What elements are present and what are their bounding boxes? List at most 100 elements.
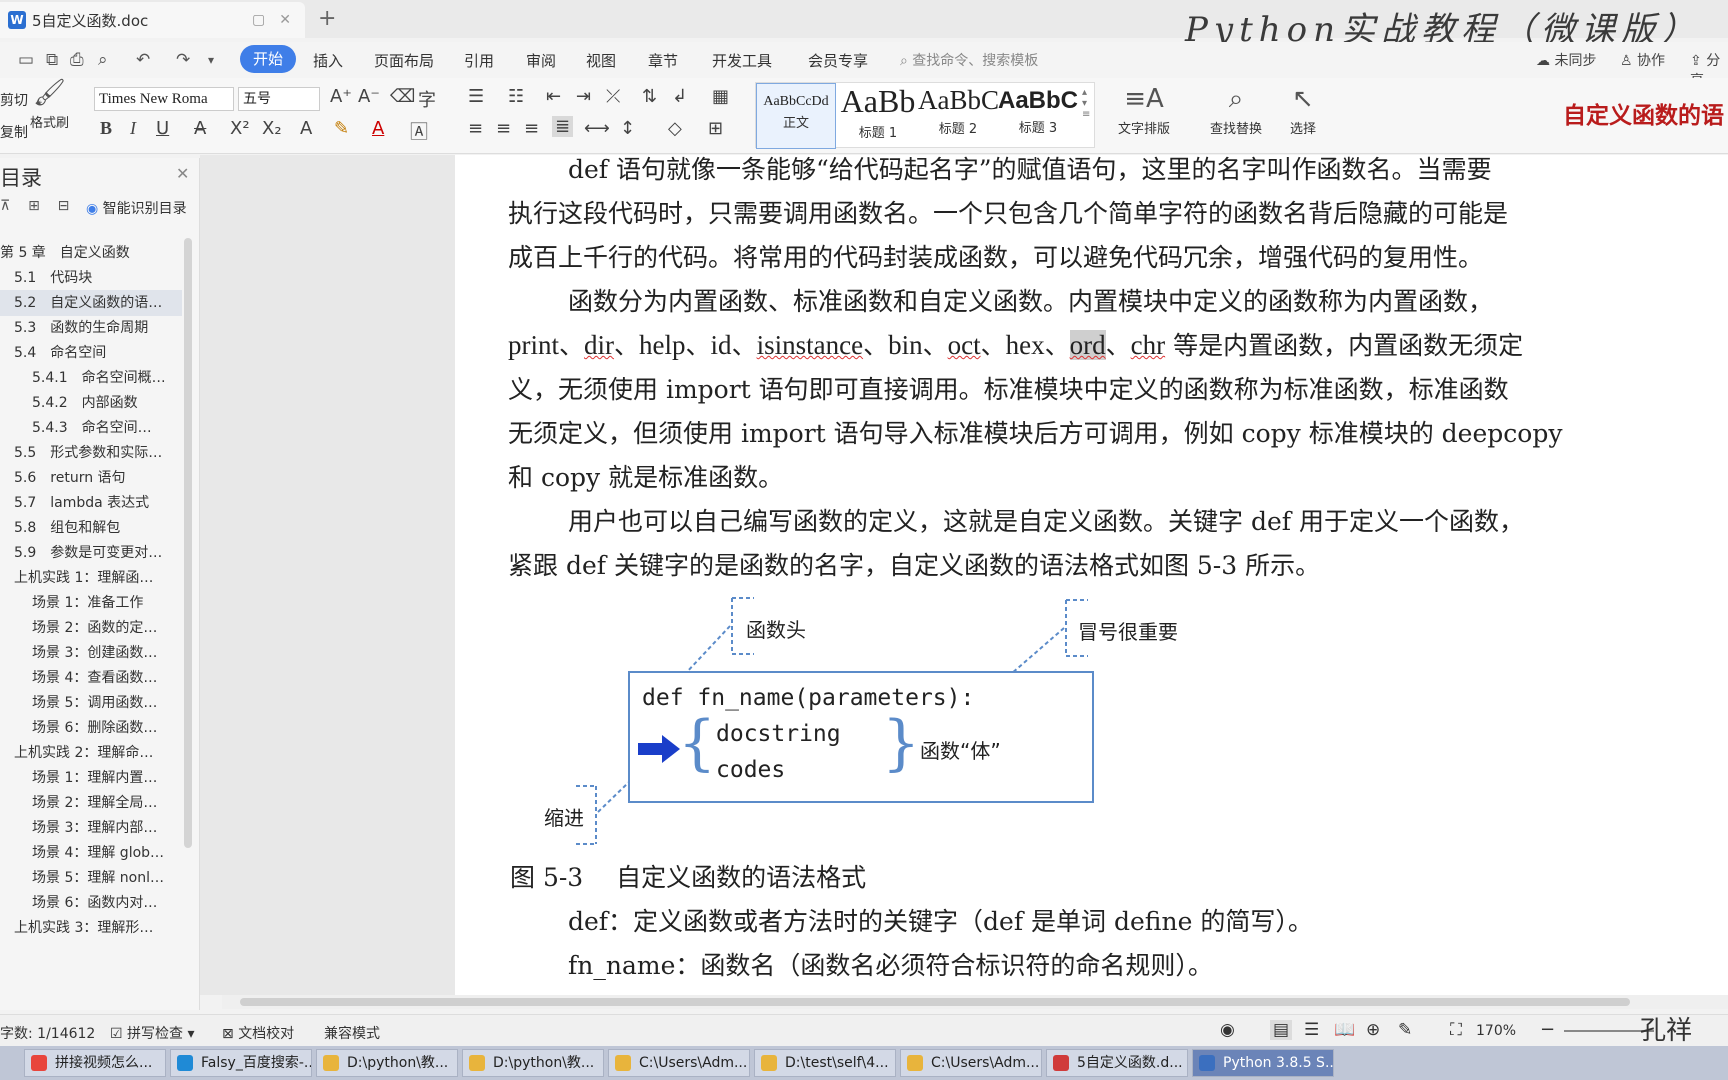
numbering-icon[interactable]: ☷	[508, 86, 524, 107]
format-painter-button[interactable]: 🖌 格式刷	[30, 78, 69, 131]
taskbar-button[interactable]: 拼接视频怎么...	[24, 1049, 166, 1077]
print-preview-icon[interactable]: ⌕	[98, 50, 108, 70]
reading-view-icon[interactable]: 📖	[1334, 1020, 1355, 1040]
menu-section[interactable]: 章节	[648, 50, 678, 71]
proofread-button[interactable]: ⊠ 文档校对	[222, 1023, 294, 1043]
toc-item[interactable]: 场景 5：理解 nonl…	[0, 865, 182, 891]
horizontal-scrollbar[interactable]	[222, 995, 1728, 1009]
align-left-icon[interactable]: ≡	[468, 118, 483, 139]
font-color-icon[interactable]: A	[372, 118, 384, 139]
redo-icon[interactable]: ↷	[176, 50, 190, 70]
distribute-icon[interactable]: ⟷	[584, 118, 610, 139]
toc-item[interactable]: 5.4.3 命名空间…	[0, 415, 182, 441]
toc-item[interactable]: 5.8 组包和解包	[0, 515, 182, 541]
spell-check-button[interactable]: ☑ 拼写检查 ▾	[110, 1023, 195, 1043]
font-name-select[interactable]: Times New Roma	[94, 87, 234, 111]
toc-item[interactable]: 场景 1：准备工作	[0, 590, 182, 616]
style-heading-1[interactable]: AaBb 标题 1	[838, 83, 918, 149]
toc-item[interactable]: 上机实践 1：理解函…	[0, 565, 182, 591]
taskbar-button[interactable]: Python 3.8.5 S...	[1192, 1049, 1334, 1077]
menu-page-layout[interactable]: 页面布局	[374, 50, 434, 71]
command-search[interactable]: ⌕ 查找命令、搜索模板	[900, 50, 1038, 70]
toc-item[interactable]: 场景 3：创建函数…	[0, 640, 182, 666]
italic-icon[interactable]: I	[130, 118, 136, 139]
bullets-icon[interactable]: ☰	[468, 86, 484, 107]
char-border-icon[interactable]: 🄰	[410, 118, 428, 144]
zoom-level[interactable]: 170%	[1476, 1023, 1516, 1039]
toc-item[interactable]: 5.4 命名空间	[0, 340, 182, 366]
justify-icon[interactable]: ≣	[552, 116, 574, 137]
copy-button[interactable]: 复制	[0, 122, 28, 142]
select-button[interactable]: ↖ 选择	[1290, 84, 1316, 137]
superscript-icon[interactable]: X²	[230, 118, 250, 139]
web-view-icon[interactable]: ⊕	[1366, 1020, 1380, 1040]
strikethrough-icon[interactable]: A	[194, 118, 206, 139]
styles-scroll-icon[interactable]: ▴ ▾ ≡	[1082, 87, 1090, 120]
shading-icon[interactable]: ◇	[668, 118, 682, 139]
new-tab-button[interactable]: +	[318, 6, 336, 31]
page-view-icon[interactable]: ▤	[1270, 1020, 1293, 1040]
toc-item[interactable]: 5.9 参数是可变更对…	[0, 540, 182, 566]
toc-item[interactable]: 5.2 自定义函数的语…	[0, 290, 182, 316]
document-tab[interactable]: W 5自定义函数.doc ▢ ✕	[0, 2, 305, 38]
toc-item[interactable]: 场景 6：函数内对…	[0, 890, 182, 916]
save-icon[interactable]: ▭	[18, 50, 34, 70]
expand-all-icon[interactable]: ⊞	[28, 198, 40, 214]
find-replace-button[interactable]: ⌕ 查找替换	[1210, 84, 1262, 137]
text-effect-icon[interactable]: A	[300, 118, 312, 139]
borders-icon[interactable]: ⊞	[708, 118, 723, 139]
undo-icon[interactable]: ↶	[136, 50, 150, 70]
taskbar-button[interactable]: D:\test\self\4...	[754, 1049, 896, 1077]
text-layout-button[interactable]: ≡A 文字排版	[1118, 84, 1170, 137]
chinese-layout-icon[interactable]: ⤫	[606, 86, 620, 107]
menu-developer[interactable]: 开发工具	[712, 50, 772, 71]
toc-item[interactable]: 上机实践 3：理解形…	[0, 915, 182, 941]
close-tab-icon[interactable]: ✕	[279, 12, 291, 28]
toc-item[interactable]: 5.4.2 内部函数	[0, 390, 182, 416]
toc-item[interactable]: 第 5 章 自定义函数	[0, 240, 182, 266]
grow-font-icon[interactable]: A⁺	[330, 86, 352, 107]
decrease-indent-icon[interactable]: ⇤	[546, 86, 561, 107]
toc-item[interactable]: 场景 1：理解内置…	[0, 765, 182, 791]
toc-item[interactable]: 场景 6：删除函数…	[0, 715, 182, 741]
toc-item[interactable]: 场景 2：函数的定…	[0, 615, 182, 641]
clear-format-icon[interactable]: ⌫	[390, 86, 415, 107]
word-count[interactable]: 字数: 1/14612	[0, 1023, 95, 1043]
style-heading-2[interactable]: AaBbC 标题 2	[918, 83, 998, 149]
toc-scrollbar[interactable]	[184, 238, 192, 848]
zoom-out-icon[interactable]: −	[1540, 1019, 1555, 1040]
toc-item[interactable]: 场景 3：理解内部…	[0, 815, 182, 841]
export-icon[interactable]: ⧉	[46, 50, 58, 70]
style-heading-3[interactable]: AaBbC 标题 3	[998, 83, 1078, 149]
toc-item[interactable]: 场景 4：查看函数…	[0, 665, 182, 691]
menu-view[interactable]: 视图	[586, 50, 616, 71]
smart-toc-button[interactable]: ◉ 智能识别目录	[86, 198, 187, 218]
toc-item[interactable]: 5.6 return 语句	[0, 465, 182, 491]
toc-item[interactable]: 场景 4：理解 glob…	[0, 840, 182, 866]
scroll-thumb[interactable]	[240, 998, 1630, 1006]
line-spacing-icon[interactable]: ↕	[620, 118, 635, 139]
fit-page-icon[interactable]: ⛶	[1450, 1020, 1462, 1040]
toc-item[interactable]: 上机实践 2：理解命…	[0, 740, 182, 766]
write-mode-icon[interactable]: ✎	[1398, 1020, 1412, 1040]
underline-icon[interactable]: U	[156, 118, 169, 139]
taskbar-button[interactable]: C:\Users\Adm...	[900, 1049, 1042, 1077]
toc-item[interactable]: 5.4.1 命名空间概…	[0, 365, 182, 391]
sort-icon[interactable]: ⇅	[642, 86, 657, 107]
align-right-icon[interactable]: ≡	[524, 118, 539, 139]
toc-item[interactable]: 场景 5：调用函数…	[0, 690, 182, 716]
taskbar-button[interactable]: C:\Users\Adm...	[608, 1049, 750, 1077]
bold-icon[interactable]: B	[100, 118, 112, 139]
collapse-all-icon[interactable]: ⊟	[58, 198, 70, 214]
table-tools-icon[interactable]: ▦	[712, 86, 729, 107]
float-window-icon[interactable]: ▢	[252, 12, 265, 28]
highlight-icon[interactable]: ✎	[334, 118, 349, 139]
menu-insert[interactable]: 插入	[313, 50, 343, 71]
eye-protect-icon[interactable]: ◉	[1220, 1020, 1235, 1040]
menu-membership[interactable]: 会员专享	[808, 50, 868, 71]
toc-item[interactable]: 5.5 形式参数和实际…	[0, 440, 182, 466]
toc-item[interactable]: 场景 2：理解全局…	[0, 790, 182, 816]
subscript-icon[interactable]: X₂	[262, 118, 282, 139]
outline-view-icon[interactable]: ☰	[1304, 1020, 1319, 1040]
print-icon[interactable]: ⎙	[70, 50, 84, 70]
